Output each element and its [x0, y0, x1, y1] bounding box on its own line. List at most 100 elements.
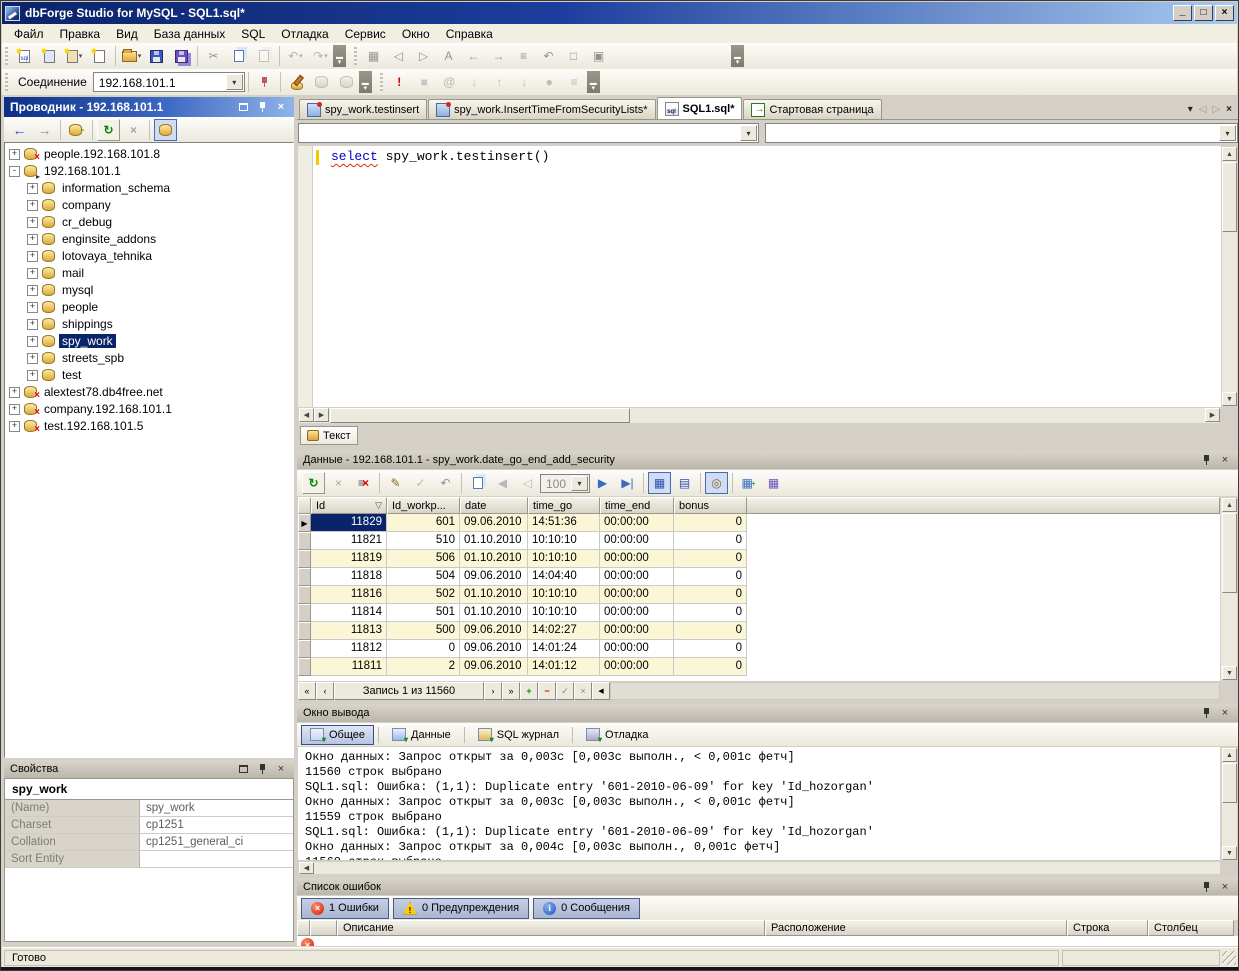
grid-cell[interactable]: 09.06.2010 [460, 568, 528, 586]
toolbar-grip[interactable] [354, 47, 357, 65]
new-query-button[interactable] [38, 45, 61, 67]
grid-cell[interactable]: 2 [387, 658, 460, 676]
expand-icon[interactable]: + [27, 285, 38, 296]
grid-cell[interactable]: 10:10:10 [528, 550, 600, 568]
data-panel-title[interactable]: Данные - 192.168.101.1 - spy_work.date_g… [297, 451, 1238, 469]
grid-cell[interactable]: 502 [387, 586, 460, 604]
grid-cell[interactable]: 00:00:00 [600, 550, 674, 568]
grid-cell[interactable]: 500 [387, 622, 460, 640]
tree-item-lotovaya_tehnika[interactable]: +lotovaya_tehnika [27, 248, 155, 264]
grid-cell[interactable]: 14:01:12 [528, 658, 600, 676]
grid-cell[interactable]: 11812 [311, 640, 387, 658]
row-marker[interactable] [298, 622, 311, 640]
grid-vertical-scrollbar[interactable]: ▲ ▼ [1220, 497, 1238, 681]
expand-icon[interactable]: + [27, 319, 38, 330]
grid-cell[interactable]: 0 [674, 622, 747, 640]
tree-item-spy_work[interactable]: +spy_work [27, 333, 116, 349]
new-object-button[interactable]: ▾ [63, 45, 86, 67]
document-tab-стартовая-страница[interactable]: Стартовая страница [743, 99, 881, 119]
minimize-button[interactable]: _ [1173, 5, 1192, 21]
tree-item-mail[interactable]: +mail [27, 265, 87, 281]
grid-cell[interactable]: 09.06.2010 [460, 514, 528, 532]
editor-horizontal-scrollbar[interactable]: ◀ ▶ ▶ [298, 407, 1221, 424]
chevron-down-icon[interactable]: ▾ [1219, 125, 1236, 141]
grid-cell[interactable]: 10:10:10 [528, 532, 600, 550]
grid-cell[interactable]: 11811 [311, 658, 387, 676]
connection-combo[interactable]: 192.168.101.1 ▾ [93, 72, 245, 92]
grid-cell[interactable]: 09.06.2010 [460, 622, 528, 640]
tree-item-company[interactable]: +company [27, 197, 114, 213]
menu-item-window[interactable]: Окно [394, 25, 438, 43]
expand-icon[interactable]: + [9, 149, 20, 160]
menu-item-tools[interactable]: Сервис [337, 25, 394, 43]
new-sql-button[interactable] [13, 45, 36, 67]
record-first-button[interactable]: « [298, 682, 316, 700]
tree-item-test[interactable]: +test [27, 367, 84, 383]
tree-item-company.192.168.101.1[interactable]: +company.192.168.101.1 [9, 401, 175, 417]
grid-view-button[interactable]: ▦ [648, 472, 671, 494]
grid-cell[interactable]: 00:00:00 [600, 514, 674, 532]
grid-cell[interactable]: 01.10.2010 [460, 532, 528, 550]
toolbar-grip[interactable] [380, 73, 383, 91]
toolbar-overflow-button[interactable]: ▬▾ [587, 71, 600, 93]
grid-cell[interactable]: 0 [674, 550, 747, 568]
grid-cell[interactable]: 501 [387, 604, 460, 622]
close-icon[interactable]: × [1218, 706, 1232, 720]
tree-item-people.192.168.101.8[interactable]: +people.192.168.101.8 [9, 146, 163, 162]
record-prev-button[interactable]: ‹ [316, 682, 334, 700]
last-page-button[interactable]: ▶| [616, 472, 639, 494]
error-filter-info[interactable]: i0 Сообщения [533, 898, 640, 919]
output-panel-title[interactable]: Окно вывода × [297, 704, 1238, 722]
menu-item-database[interactable]: База данных [146, 25, 233, 43]
tree-item-streets_spb[interactable]: +streets_spb [27, 350, 127, 366]
tree-item-information_schema[interactable]: +information_schema [27, 180, 173, 196]
refresh-data-button[interactable] [302, 472, 325, 494]
export-data-button[interactable]: ▦+ [737, 472, 760, 494]
close-icon[interactable]: × [274, 762, 288, 776]
grid-cell[interactable]: 11829 [311, 514, 387, 532]
grid-cell[interactable]: 01.10.2010 [460, 586, 528, 604]
pushpin-icon[interactable] [255, 762, 269, 776]
error-filter-error[interactable]: ×1 Ошибки [301, 898, 389, 919]
scroll-left-icon[interactable]: ◀ [592, 682, 610, 700]
tree-item-cr_debug[interactable]: +cr_debug [27, 214, 115, 230]
close-icon[interactable]: × [274, 100, 288, 114]
expand-icon[interactable]: + [27, 217, 38, 228]
tree-item-enginsite_addons[interactable]: +enginsite_addons [27, 231, 159, 247]
object-selector-combo[interactable]: ▾ [298, 123, 759, 143]
expand-icon[interactable]: + [27, 370, 38, 381]
document-tab-sql1.sql[interactable]: SQL1.sql* [657, 97, 743, 119]
output-horizontal-scrollbar[interactable]: ◀ [298, 861, 1221, 875]
property-row-charset[interactable]: Charsetcp1251 [5, 817, 293, 834]
insert-record-button[interactable]: + [520, 682, 538, 700]
toolbar-overflow-button[interactable]: ▬▾ [731, 45, 744, 67]
grid-cell[interactable]: 0 [674, 532, 747, 550]
grid-cell[interactable]: 0 [674, 568, 747, 586]
grid-cell[interactable]: 00:00:00 [600, 640, 674, 658]
card-view-button[interactable]: ▤ [673, 472, 696, 494]
expand-icon[interactable]: + [27, 183, 38, 194]
record-last-button[interactable]: » [502, 682, 520, 700]
close-button[interactable]: × [1215, 5, 1234, 21]
error-column-описание[interactable]: Описание [337, 920, 765, 936]
error-column-расположение[interactable]: Расположение [765, 920, 1067, 936]
error-filter-warning[interactable]: !0 Предупреждения [393, 898, 529, 919]
output-tab-отладка[interactable]: Отладка [577, 725, 657, 745]
expand-icon[interactable]: + [27, 200, 38, 211]
clear-filter-button[interactable]: ≡× [352, 472, 375, 494]
row-marker[interactable] [298, 532, 311, 550]
toolbar-grip[interactable] [5, 73, 8, 91]
grid-cell[interactable]: 11818 [311, 568, 387, 586]
record-next-button[interactable]: › [484, 682, 502, 700]
copy-button[interactable] [227, 45, 250, 67]
tab-list-dropdown-icon[interactable]: ▾ [1188, 104, 1193, 115]
report-button[interactable]: ▦ [762, 472, 785, 494]
quick-search-button[interactable]: ◎ [705, 472, 728, 494]
close-icon[interactable]: × [1218, 880, 1232, 894]
grid-cell[interactable]: 00:00:00 [600, 568, 674, 586]
expand-icon[interactable]: + [27, 234, 38, 245]
expand-icon[interactable]: + [9, 387, 20, 398]
grid-cell[interactable]: 09.06.2010 [460, 658, 528, 676]
row-marker[interactable] [298, 568, 311, 586]
tree-item-shippings[interactable]: +shippings [27, 316, 116, 332]
